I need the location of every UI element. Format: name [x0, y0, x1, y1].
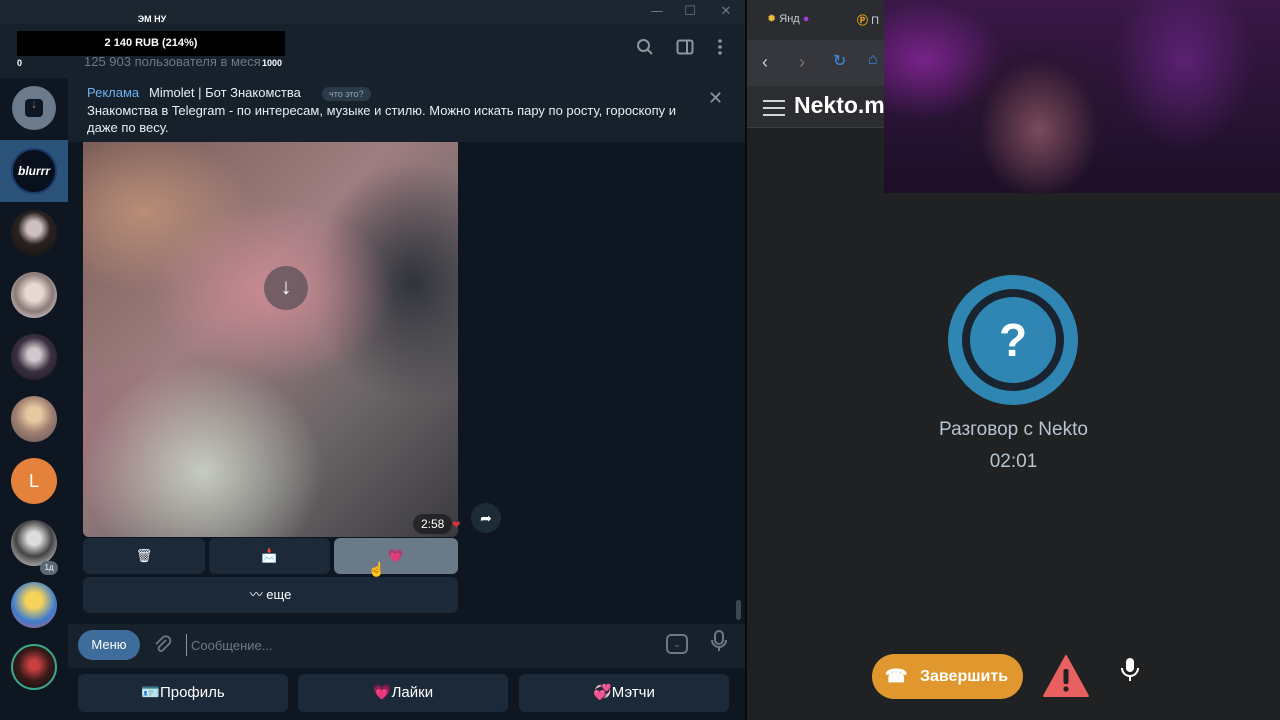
- home-icon[interactable]: ⌂: [868, 51, 878, 69]
- chat-avatar[interactable]: [11, 272, 57, 318]
- more-icon[interactable]: [708, 38, 732, 62]
- keyboard-button-likes[interactable]: 💗Лайки: [298, 674, 508, 712]
- chat-avatar[interactable]: [11, 334, 57, 380]
- chat-avatar[interactable]: [11, 210, 57, 256]
- donation-progress-bar: 2 140 RUB (214%): [17, 31, 285, 56]
- browser-tab-yandex[interactable]: ✹ Янд ●: [767, 12, 809, 25]
- ad-label: Реклама: [87, 85, 140, 100]
- message-input[interactable]: [186, 634, 646, 656]
- title-bar: — ☐ ✕: [0, 0, 745, 24]
- browser-tab-label: Янд: [779, 13, 800, 25]
- microphone-icon[interactable]: [1113, 654, 1147, 698]
- archive-icon[interactable]: ↓: [12, 86, 56, 130]
- maximize-button[interactable]: ☐: [675, 2, 705, 22]
- reload-icon[interactable]: ↻: [833, 51, 846, 71]
- keyboard-button-profile[interactable]: 🪪Профиль: [78, 674, 288, 712]
- chat-avatar[interactable]: [11, 396, 57, 442]
- inline-button-message[interactable]: 📩: [209, 538, 330, 574]
- end-call-button[interactable]: ☎ Завершить: [872, 654, 1023, 699]
- ad-text: Знакомства в Telegram - по интересам, му…: [87, 103, 677, 135]
- forward-icon[interactable]: ➦: [471, 503, 501, 533]
- chat-avatar[interactable]: [11, 520, 57, 566]
- purple-dot-icon: ●: [802, 13, 810, 25]
- hang-up-icon: ☎: [885, 666, 908, 686]
- keyboard-button-matches[interactable]: 💞Мэтчи: [519, 674, 729, 712]
- end-call-label: Завершить: [920, 668, 1009, 685]
- composer: Меню ⌄: [68, 624, 745, 668]
- ad-info-pill[interactable]: что это?: [322, 87, 371, 101]
- reply-keyboard: 🪪Профиль 💗Лайки 💞Мэтчи: [68, 668, 745, 720]
- report-warning-icon[interactable]: [1042, 654, 1090, 698]
- donation-progress-max: 1000: [262, 58, 283, 68]
- minimize-button[interactable]: —: [642, 2, 672, 22]
- heart-reaction-icon[interactable]: ❤: [452, 520, 460, 531]
- close-icon[interactable]: ✕: [708, 88, 723, 109]
- browser-tab-2[interactable]: Ⓟ П: [857, 12, 879, 28]
- bot-menu-button[interactable]: Меню: [78, 630, 140, 660]
- sponsored-banner[interactable]: Реклама Mimolet | Бот Знакомства что это…: [68, 78, 745, 142]
- chat-avatar-blurrr[interactable]: blurrr: [11, 148, 57, 194]
- download-icon[interactable]: ↓: [264, 266, 308, 310]
- chat-avatar[interactable]: [11, 644, 57, 690]
- telegram-window: — ☐ ✕ 125 903 пользователя в меся ЭМ НУ …: [0, 0, 745, 720]
- chat-avatar[interactable]: [11, 582, 57, 628]
- blurred-photo[interactable]: ↓: [83, 142, 458, 537]
- anonymous-user-icon: ?: [948, 275, 1078, 405]
- inline-button-like[interactable]: 💗: [334, 538, 458, 574]
- messages-scrollbar[interactable]: [736, 142, 741, 622]
- inline-button-delete[interactable]: 🗑: [83, 538, 205, 574]
- site-logo[interactable]: Nekto.m: [794, 92, 885, 119]
- ad-bot-name[interactable]: Mimolet | Бот Знакомства: [149, 85, 301, 100]
- patreon-icon: Ⓟ: [857, 15, 868, 27]
- channel-members-count: 125 903 пользователя в меся: [84, 54, 261, 69]
- sidebar-toggle-icon[interactable]: [673, 38, 697, 62]
- donation-goal-title: ЭМ НУ: [137, 14, 167, 24]
- sun-icon: ✹: [767, 13, 777, 25]
- unread-badge: 1д: [40, 561, 58, 575]
- bot-keyboard-icon[interactable]: ⌄: [666, 634, 688, 654]
- back-icon[interactable]: ‹: [762, 52, 768, 73]
- conversation-title: Разговор с Nekto: [939, 419, 1088, 440]
- close-button[interactable]: ✕: [711, 2, 741, 22]
- mouse-cursor-icon: ☝: [368, 561, 386, 577]
- chat-sidebar: ↓ blurrr L 1д: [0, 78, 68, 720]
- chat-avatar-l[interactable]: L: [11, 458, 57, 504]
- inline-button-more[interactable]: 〰 еще: [83, 577, 458, 613]
- question-mark: ?: [970, 297, 1056, 383]
- attach-icon[interactable]: [152, 634, 172, 660]
- browser-tab-label: П: [871, 15, 879, 27]
- messages-area: ↓ 2:58 ❤ ➦ 🗑 📩 💗 〰 еще: [68, 142, 745, 624]
- message-time: 2:58: [413, 514, 453, 534]
- microphone-icon[interactable]: [710, 630, 728, 658]
- call-timer: 02:01: [989, 451, 1038, 472]
- donation-progress-min: 0: [17, 58, 23, 68]
- forward-icon[interactable]: ›: [799, 52, 805, 73]
- webcam-feed: [884, 0, 1280, 193]
- search-icon[interactable]: [633, 38, 657, 62]
- hamburger-menu-icon[interactable]: [763, 100, 785, 116]
